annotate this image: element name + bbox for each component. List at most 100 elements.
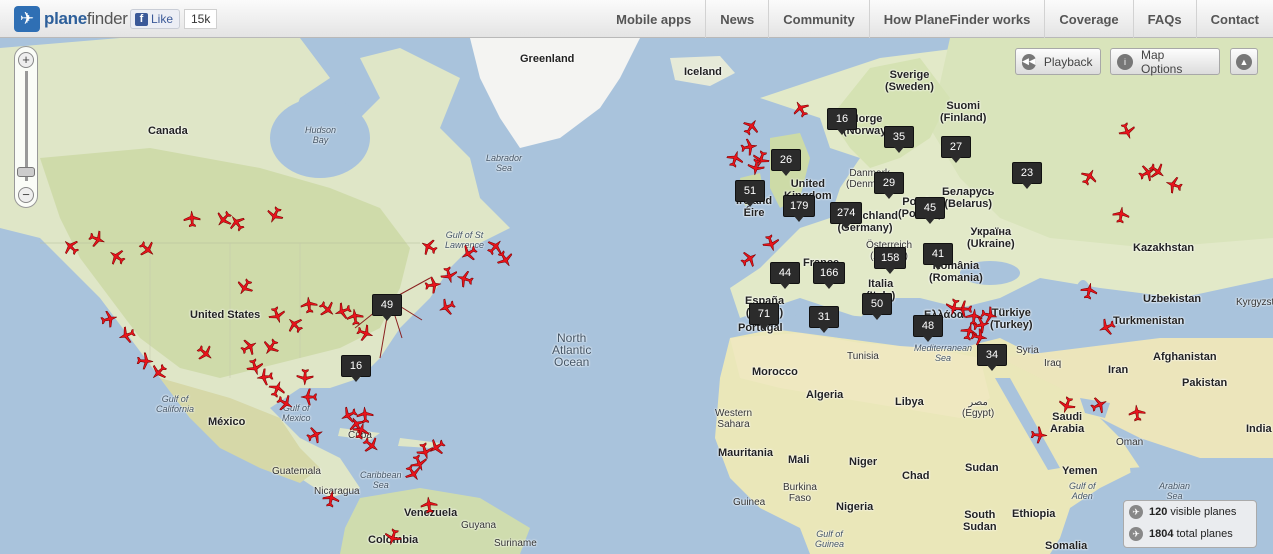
facebook-like-button[interactable]: f Like xyxy=(130,9,181,29)
plane-cluster-marker[interactable]: 274 xyxy=(830,202,863,229)
plane-cluster-marker[interactable]: 44 xyxy=(770,262,800,289)
nav-contact[interactable]: Contact xyxy=(1195,0,1273,38)
airplane-icon[interactable] xyxy=(300,296,318,314)
airplane-icon[interactable] xyxy=(300,388,318,406)
airplane-icon[interactable] xyxy=(1098,318,1116,336)
airplane-icon[interactable] xyxy=(1090,396,1108,414)
plane-cluster-marker[interactable]: 27 xyxy=(941,136,971,163)
nav-community[interactable]: Community xyxy=(768,0,869,38)
plane-cluster-marker[interactable]: 41 xyxy=(923,243,953,270)
airplane-icon[interactable] xyxy=(240,338,258,356)
airplane-icon[interactable] xyxy=(438,298,456,316)
plane-cluster-marker[interactable]: 16 xyxy=(827,108,857,135)
airplane-icon[interactable] xyxy=(62,238,80,256)
nav-how-it-works[interactable]: How PlaneFinder works xyxy=(868,0,1045,38)
plane-cluster-marker[interactable]: 26 xyxy=(771,149,801,176)
plane-cluster-marker[interactable]: 166 xyxy=(813,262,846,289)
map-label: Suomi (Finland) xyxy=(940,100,987,124)
plane-cluster-marker[interactable]: 158 xyxy=(874,247,907,274)
airplane-icon[interactable] xyxy=(296,368,314,386)
plane-cluster-marker[interactable]: 34 xyxy=(977,344,1007,371)
map-label: Kyrgyzstan xyxy=(1236,297,1273,308)
airplane-icon[interactable] xyxy=(428,438,446,456)
total-label: total planes xyxy=(1176,528,1233,540)
plane-cluster-marker[interactable]: 179 xyxy=(783,195,816,222)
airplane-icon[interactable] xyxy=(456,270,474,288)
plane-cluster-marker[interactable]: 48 xyxy=(913,315,943,342)
airplane-icon[interactable] xyxy=(1128,404,1146,422)
collapse-button[interactable]: ▲ xyxy=(1230,48,1258,75)
plane-cluster-marker[interactable]: 35 xyxy=(884,126,914,153)
airplane-icon[interactable] xyxy=(236,278,254,296)
plane-cluster-marker[interactable]: 31 xyxy=(809,306,839,333)
plane-cluster-marker[interactable]: 49 xyxy=(372,294,402,321)
airplane-icon[interactable] xyxy=(356,324,374,342)
plane-cluster-marker[interactable]: 16 xyxy=(341,355,371,382)
airplane-icon[interactable] xyxy=(420,496,438,514)
airplane-icon[interactable] xyxy=(1030,426,1048,444)
map-label: Беларусь (Belarus) xyxy=(942,186,995,210)
airplane-icon[interactable] xyxy=(747,158,765,176)
airplane-icon[interactable] xyxy=(1118,122,1136,140)
nav-coverage[interactable]: Coverage xyxy=(1044,0,1132,38)
airplane-icon[interactable] xyxy=(1080,282,1098,300)
airplane-icon[interactable] xyxy=(404,464,422,482)
map-label: Arabian Sea xyxy=(1159,481,1191,501)
airplane-icon[interactable] xyxy=(100,310,118,328)
zoom-slider-track[interactable] xyxy=(25,71,28,181)
airplane-icon[interactable] xyxy=(1112,206,1130,224)
airplane-icon[interactable] xyxy=(460,244,478,262)
plane-cluster-marker[interactable]: 50 xyxy=(862,293,892,320)
nav-faqs[interactable]: FAQs xyxy=(1132,0,1196,38)
plane-cluster-marker[interactable]: 23 xyxy=(1012,162,1042,189)
nav-news[interactable]: News xyxy=(705,0,768,38)
airplane-icon[interactable] xyxy=(384,528,402,546)
airplane-icon[interactable] xyxy=(183,210,201,228)
map-label: Libya xyxy=(895,396,924,408)
airplane-icon[interactable] xyxy=(262,338,280,356)
nav-mobile-apps[interactable]: Mobile apps xyxy=(602,0,705,38)
planefinder-logo[interactable]: ✈ planefinder xyxy=(14,6,128,32)
like-label: Like xyxy=(151,12,174,26)
plane-cluster-marker[interactable]: 51 xyxy=(735,180,765,207)
airplane-icon[interactable] xyxy=(228,214,246,232)
airplane-icon[interactable] xyxy=(496,250,514,268)
airplane-icon[interactable] xyxy=(792,100,810,118)
zoom-out-button[interactable]: − xyxy=(18,187,34,203)
plane-cluster-marker[interactable]: 45 xyxy=(915,197,945,224)
airplane-icon[interactable] xyxy=(108,248,126,266)
main-nav: Mobile apps News Community How PlaneFind… xyxy=(602,0,1273,38)
airplane-icon[interactable] xyxy=(118,326,136,344)
airplane-icon[interactable] xyxy=(138,240,156,258)
airplane-icon[interactable] xyxy=(150,363,168,381)
airplane-icon[interactable] xyxy=(420,238,438,256)
map-label: Iceland xyxy=(684,66,722,78)
airplane-icon[interactable] xyxy=(980,306,998,324)
airplane-icon[interactable] xyxy=(945,298,963,316)
airplane-icon[interactable] xyxy=(306,426,324,444)
zoom-in-button[interactable]: + xyxy=(18,52,34,68)
airplane-icon[interactable] xyxy=(196,344,214,362)
map-label: Greenland xyxy=(520,53,575,65)
airplane-icon[interactable] xyxy=(762,234,780,252)
plane-cluster-marker[interactable]: 71 xyxy=(749,303,779,330)
airplane-icon[interactable] xyxy=(1080,168,1098,186)
airplane-icon[interactable] xyxy=(88,230,106,248)
airplane-icon[interactable] xyxy=(740,250,758,268)
airplane-icon[interactable] xyxy=(1165,176,1183,194)
airplane-icon[interactable] xyxy=(1058,396,1076,414)
airplane-icon[interactable] xyxy=(322,490,340,508)
airplane-icon[interactable] xyxy=(1148,162,1166,180)
world-map[interactable]: Greenland Iceland Canada Hudson Bay Labrador S… xyxy=(0,38,1273,554)
airplane-icon[interactable] xyxy=(286,316,304,334)
plane-cluster-marker[interactable]: 29 xyxy=(874,172,904,199)
zoom-slider-handle[interactable] xyxy=(17,167,35,177)
airplane-icon[interactable] xyxy=(268,306,286,324)
playback-button[interactable]: ◀◀ Playback xyxy=(1015,48,1101,75)
airplane-icon[interactable] xyxy=(276,394,294,412)
map-options-button[interactable]: i Map Options xyxy=(1110,48,1220,76)
airplane-icon[interactable] xyxy=(424,276,442,294)
airplane-icon[interactable] xyxy=(742,118,760,136)
airplane-icon[interactable] xyxy=(362,436,380,454)
airplane-icon[interactable] xyxy=(266,206,284,224)
